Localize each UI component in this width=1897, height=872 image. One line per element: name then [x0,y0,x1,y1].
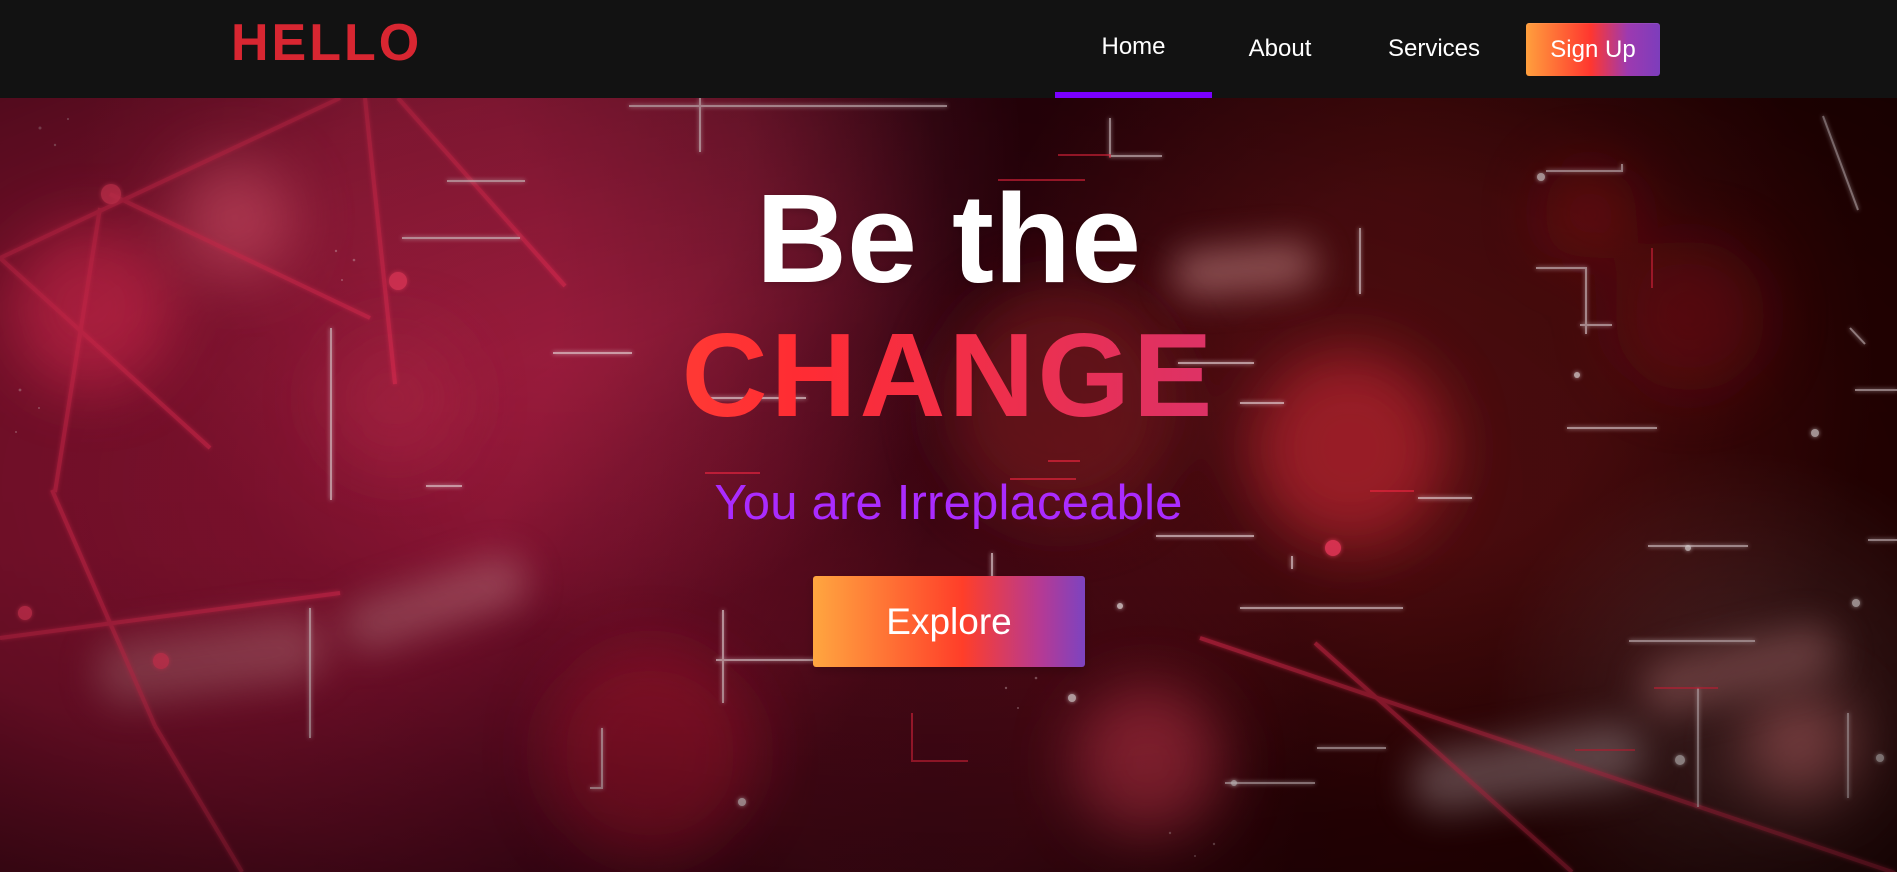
nav-home-link[interactable]: Home [1055,0,1212,98]
top-navigation-bar: HELLO Home About Services Sign Up [0,0,1897,98]
hero-content: Be the CHANGE You are Irreplaceable Expl… [0,98,1897,872]
main-navigation: Home About Services Sign Up [1055,0,1660,98]
nav-services-link[interactable]: Services [1369,0,1499,98]
landing-page: HELLO Home About Services Sign Up Be the… [0,0,1897,872]
explore-button[interactable]: Explore [813,576,1085,667]
sign-up-button[interactable]: Sign Up [1526,22,1660,76]
hero-section: Be the CHANGE You are Irreplaceable Expl… [0,98,1897,872]
hero-title: Be the [755,168,1142,309]
nav-about-link[interactable]: About [1215,0,1345,98]
brand-logo: HELLO [231,14,423,72]
hero-subtitle: You are Irreplaceable [714,476,1183,530]
change-headline: CHANGE [0,316,1897,435]
